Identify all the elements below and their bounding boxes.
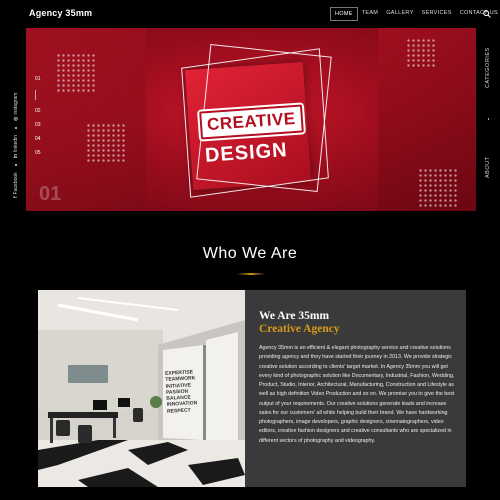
linkedin-icon: in bbox=[13, 153, 19, 159]
about-subheading: Creative Agency bbox=[259, 323, 340, 335]
slide-dot[interactable]: 03 bbox=[35, 122, 41, 128]
brand-logo[interactable]: Agency 35mm bbox=[29, 8, 92, 18]
office-photo: EXPERTISE TEAMWORK INITIATIVE PASSION BA… bbox=[38, 290, 245, 487]
dot-pattern bbox=[418, 168, 458, 208]
creative-design-logo: CREATIVE DESIGN bbox=[181, 43, 332, 198]
current-slide-number: 01 bbox=[39, 183, 62, 205]
section-title: Who We Are bbox=[202, 245, 298, 262]
social-separator bbox=[15, 126, 17, 129]
slide-dot[interactable]: 01 bbox=[35, 76, 41, 82]
slide-indicator bbox=[35, 90, 36, 100]
left-social-rail: f Facebook in linkedin ◎ instagram bbox=[0, 28, 26, 218]
slide-pagination: 01 02 03 04 05 bbox=[35, 76, 41, 156]
instagram-label: instagram bbox=[13, 92, 19, 115]
wall-lettering: EXPERTISE TEAMWORK INITIATIVE PASSION BA… bbox=[165, 369, 198, 414]
instagram-link[interactable]: ◎ instagram bbox=[13, 93, 19, 121]
nav-team[interactable]: TEAM bbox=[358, 7, 382, 21]
social-links: f Facebook in linkedin ◎ instagram bbox=[13, 93, 19, 198]
dot-pattern bbox=[406, 38, 436, 68]
slide-dot[interactable]: 04 bbox=[35, 136, 41, 142]
categories-link[interactable]: CATEGORIES bbox=[485, 47, 491, 88]
facebook-link[interactable]: f Facebook bbox=[13, 172, 19, 198]
nav-contact-us[interactable]: CONTACT US bbox=[456, 7, 500, 21]
slide-number: 01 bbox=[35, 76, 41, 82]
dot-pattern bbox=[56, 53, 96, 93]
instagram-icon: ◎ bbox=[13, 116, 19, 121]
search-icon[interactable] bbox=[483, 10, 491, 18]
about-link[interactable]: ABOUT bbox=[485, 157, 491, 178]
slide-number: 05 bbox=[35, 150, 41, 156]
title-underline bbox=[237, 273, 265, 275]
rail-divider bbox=[488, 118, 489, 120]
linkedin-label: linkedin bbox=[13, 134, 19, 152]
about-heading: We Are 35mm bbox=[259, 310, 330, 322]
linkedin-link[interactable]: in linkedin bbox=[13, 135, 19, 158]
top-navbar: Agency 35mm HOME TEAM GALLERY SERVICES C… bbox=[0, 0, 500, 28]
about-description: Agency 35mm is an efficient & elegant ph… bbox=[259, 345, 455, 444]
office-illustration bbox=[38, 290, 245, 487]
slide-number: 04 bbox=[35, 136, 41, 142]
facebook-label: Facebook bbox=[13, 172, 19, 195]
hero-slider[interactable]: 01 02 03 04 05 01 CREATIVE DESIGN bbox=[26, 28, 476, 211]
dot-pattern bbox=[86, 123, 126, 163]
slide-number: 02 bbox=[35, 108, 41, 114]
facebook-icon: f bbox=[13, 196, 19, 198]
main-nav: HOME TEAM GALLERY SERVICES CONTACT US bbox=[330, 7, 500, 21]
slide-dot[interactable]: 05 bbox=[35, 150, 41, 156]
social-separator bbox=[15, 164, 17, 167]
slide-number: 03 bbox=[35, 122, 41, 128]
nav-services[interactable]: SERVICES bbox=[418, 7, 456, 21]
about-info-box: We Are 35mm Creative Agency Agency 35mm … bbox=[245, 290, 466, 487]
nav-gallery[interactable]: GALLERY bbox=[382, 7, 417, 21]
slide-dot[interactable]: 02 bbox=[35, 108, 41, 114]
slide-dot[interactable] bbox=[35, 90, 41, 100]
nav-home[interactable]: HOME bbox=[330, 7, 358, 21]
right-rail: CATEGORIES ABOUT bbox=[476, 28, 500, 218]
